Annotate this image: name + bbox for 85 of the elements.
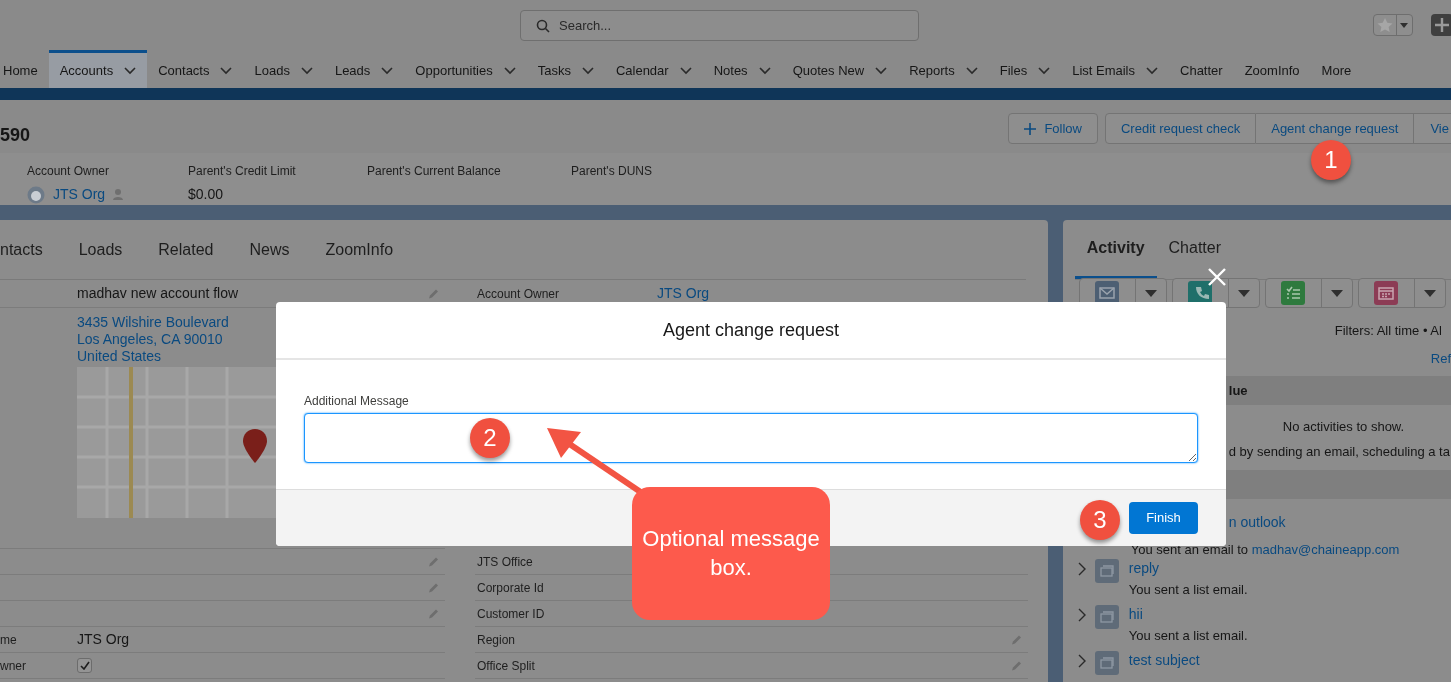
- refresh-link[interactable]: Ref: [1430, 351, 1451, 366]
- message-field[interactable]: [304, 413, 1198, 463]
- list-email-icon: [1094, 651, 1119, 675]
- field-label: Corporate Id: [477, 580, 544, 595]
- activity-title-link[interactable]: hii: [1128, 605, 1248, 623]
- empty-hint: d by sending an email, scheduling a ta: [1228, 443, 1450, 459]
- field-label: Parent's Current Balance: [367, 163, 502, 180]
- list-email-icon: [1094, 605, 1119, 629]
- field-label: Parent's Credit Limit: [188, 163, 297, 180]
- plus-icon: [1024, 122, 1037, 135]
- activity-title-link[interactable]: n outlook: [1228, 513, 1400, 531]
- field-link[interactable]: JTS Org: [657, 285, 710, 301]
- nav-tab[interactable]: Files: [988, 50, 1062, 88]
- action-button[interactable]: Agent change request: [1256, 113, 1415, 144]
- caret-icon: [1423, 289, 1436, 297]
- activity-text: You sent a list email.: [1128, 581, 1248, 599]
- caret-icon: [1237, 289, 1250, 297]
- nav-tab[interactable]: Tasks: [526, 50, 605, 88]
- follow-button[interactable]: Follow: [1008, 113, 1098, 144]
- activity-title-link[interactable]: reply: [1128, 559, 1248, 577]
- empty-message: No activities to show.: [1281, 418, 1406, 436]
- calendar-icon: [1374, 281, 1399, 305]
- field-label: Account Owner: [27, 163, 111, 180]
- nav-tab[interactable]: Chatter: [1169, 50, 1234, 88]
- chevron-right-icon[interactable]: [1076, 608, 1087, 622]
- callout-note: Optional message box.: [632, 487, 830, 620]
- nav-tab[interactable]: Opportunities: [404, 50, 527, 88]
- detail-tab[interactable]: ntacts: [0, 237, 43, 262]
- checklist-icon: [1281, 281, 1306, 305]
- nav-tab[interactable]: More: [1310, 50, 1363, 88]
- finish-button[interactable]: Finish: [1129, 502, 1198, 534]
- address-link[interactable]: 3435 Wilshire Boulevard Los Angeles, CA 90010 United States: [77, 314, 276, 365]
- check-icon: [79, 661, 90, 670]
- nav-tab[interactable]: Leads: [323, 50, 405, 88]
- nav-tab[interactable]: Contacts: [147, 50, 244, 88]
- email-link[interactable]: madhav@chaineapp.com: [1251, 542, 1400, 557]
- section-title: lue: [1228, 381, 1248, 400]
- caret-icon: [1144, 289, 1157, 297]
- owner-link[interactable]: JTS Org: [53, 184, 106, 205]
- nav-tab[interactable]: Reports: [898, 50, 989, 88]
- nav-tab[interactable]: Quotes New: [781, 50, 899, 88]
- detail-tab[interactable]: ZoomInfo: [325, 237, 394, 262]
- action-button[interactable]: Vie: [1414, 113, 1451, 144]
- close-icon[interactable]: [1208, 268, 1226, 286]
- phone-icon: [1188, 281, 1213, 305]
- list-email-icon: [1094, 559, 1119, 583]
- avatar-icon: [27, 185, 45, 204]
- activity-text: You sent a list email.: [1128, 627, 1248, 645]
- field-value: madhav new account flow: [77, 285, 239, 301]
- nav-tab[interactable]: Accounts: [48, 50, 148, 88]
- detail-tab[interactable]: News: [249, 237, 290, 262]
- field-label: Customer ID: [477, 606, 545, 621]
- field-value: JTS Org: [77, 631, 130, 647]
- field-label: Additional Message: [304, 393, 410, 410]
- field-value: $0.00: [188, 185, 225, 204]
- checkbox[interactable]: [77, 658, 92, 673]
- field-label: Region: [477, 632, 516, 647]
- nav-tab[interactable]: ZoomInfo: [1233, 50, 1311, 88]
- favorites-button[interactable]: [1373, 14, 1413, 36]
- activity-title-link[interactable]: test subject: [1128, 651, 1200, 669]
- field-label: wner: [0, 658, 26, 673]
- activity-tab[interactable]: Chatter: [1156, 219, 1234, 279]
- caret-icon: [1330, 289, 1343, 297]
- search-field[interactable]: Search...: [520, 10, 919, 41]
- field-label: JTS Office: [477, 554, 533, 569]
- filters-text: Filters: All time • Al: [1333, 322, 1443, 340]
- nav-tab[interactable]: List Emails: [1061, 50, 1169, 88]
- add-button[interactable]: [1431, 14, 1451, 36]
- record-title: 590: [0, 124, 31, 147]
- nav-tab[interactable]: Calendar: [604, 50, 703, 88]
- field-label: me: [0, 632, 17, 647]
- nav-tab[interactable]: Loads: [243, 50, 324, 88]
- field-label: Parent's DUNS: [571, 163, 653, 180]
- email-icon: [1095, 281, 1120, 305]
- nav-tab[interactable]: Home: [0, 50, 49, 88]
- modal-title: Agent change request: [276, 302, 1226, 360]
- field-label: Account Owner: [477, 286, 560, 301]
- action-button[interactable]: Credit request check: [1105, 113, 1257, 144]
- chevron-right-icon[interactable]: [1076, 654, 1087, 668]
- field-label: Office Split: [477, 658, 535, 673]
- detail-tab[interactable]: Loads: [78, 237, 123, 262]
- search-icon: [536, 19, 550, 33]
- chevron-right-icon[interactable]: [1076, 562, 1087, 576]
- nav-tab[interactable]: Notes: [702, 50, 782, 88]
- detail-tab[interactable]: Related: [158, 237, 214, 262]
